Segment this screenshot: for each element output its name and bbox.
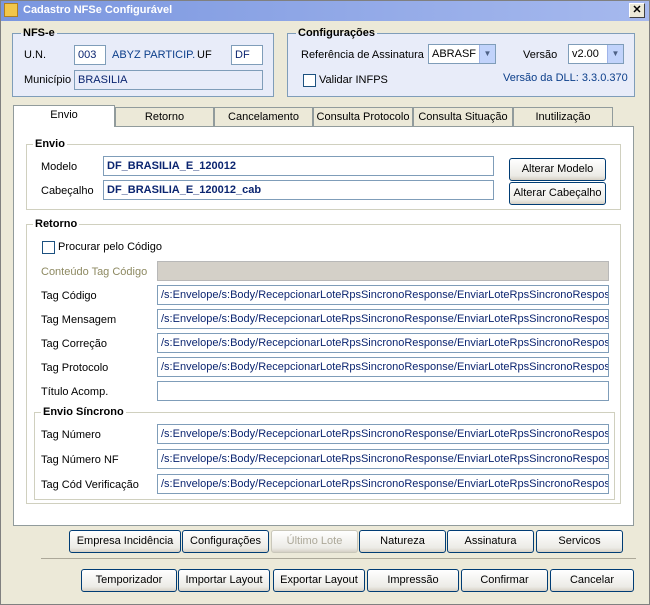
cancelar-button[interactable]: Cancelar bbox=[550, 569, 634, 592]
tag-cod-verificacao-label: Tag Cód Verificação bbox=[41, 479, 139, 491]
tab-consulta-situacao[interactable]: Consulta Situação bbox=[413, 107, 513, 127]
tag-correcao-input[interactable]: /s:Envelope/s:Body/RecepcionarLoteRpsSin… bbox=[157, 333, 609, 353]
ref-assinatura-value: ABRASF bbox=[432, 48, 477, 60]
modelo-label: Modelo bbox=[41, 161, 78, 173]
tag-correcao-label: Tag Correção bbox=[41, 338, 108, 350]
conteudo-tag-label: Conteúdo Tag Código bbox=[41, 266, 148, 278]
dll-version-label: Versão da DLL: 3.3.0.370 bbox=[503, 72, 628, 84]
title-bar[interactable]: Cadastro NFSe Configurável ✕ bbox=[1, 1, 649, 21]
ref-assinatura-label: Referência de Assinatura bbox=[301, 49, 424, 61]
app-icon bbox=[4, 3, 18, 17]
titulo-acomp-label: Título Acomp. bbox=[41, 386, 109, 398]
versao-select[interactable]: v2.00 ▼ bbox=[568, 44, 624, 64]
tab-retorno[interactable]: Retorno bbox=[115, 107, 214, 127]
nfse-group: NFS-e U.N. 003 ABYZ PARTICIP. UF DF Muni… bbox=[12, 27, 274, 97]
tag-mensagem-input[interactable]: /s:Envelope/s:Body/RecepcionarLoteRpsSin… bbox=[157, 309, 609, 329]
tab-strip: Envio Retorno Cancelamento Consulta Prot… bbox=[13, 105, 634, 127]
button-separator bbox=[41, 558, 636, 559]
uf-label: UF bbox=[197, 49, 212, 61]
envio-sincrono-group: Envio Síncrono Tag Número /s:Envelope/s:… bbox=[34, 406, 615, 500]
titulo-acomp-input[interactable] bbox=[157, 381, 609, 401]
close-button[interactable]: ✕ bbox=[629, 3, 645, 18]
nfse-config-window: Cadastro NFSe Configurável ✕ NFS-e U.N. … bbox=[0, 0, 650, 605]
modelo-input[interactable]: DF_BRASILIA_E_120012 bbox=[103, 156, 494, 176]
empresa-incidencia-button[interactable]: Empresa Incidência bbox=[69, 530, 181, 553]
envio-sincrono-title: Envio Síncrono bbox=[41, 406, 126, 418]
versao-label: Versão bbox=[523, 49, 558, 61]
envio-group-title: Envio bbox=[33, 138, 67, 150]
tag-numero-input[interactable]: /s:Envelope/s:Body/RecepcionarLoteRpsSin… bbox=[157, 424, 609, 444]
importar-layout-button[interactable]: Importar Layout bbox=[178, 569, 270, 592]
tag-codigo-input[interactable]: /s:Envelope/s:Body/RecepcionarLoteRpsSin… bbox=[157, 285, 609, 305]
procurar-codigo-checkbox[interactable] bbox=[42, 241, 55, 254]
retorno-group-title: Retorno bbox=[33, 218, 80, 230]
tag-cod-verificacao-input[interactable]: /s:Envelope/s:Body/RecepcionarLoteRpsSin… bbox=[157, 474, 609, 494]
tag-numero-nf-label: Tag Número NF bbox=[41, 454, 119, 466]
alterar-modelo-button[interactable]: Alterar Modelo bbox=[509, 158, 606, 181]
envio-tab-panel: Envio Modelo DF_BRASILIA_E_120012 Altera… bbox=[13, 126, 634, 526]
un-label: U.N. bbox=[24, 49, 46, 61]
configuracoes-button[interactable]: Configurações bbox=[182, 530, 269, 553]
temporizador-button[interactable]: Temporizador bbox=[81, 569, 177, 592]
ultimo-lote-button[interactable]: Último Lote bbox=[271, 530, 358, 553]
tab-consulta-protocolo[interactable]: Consulta Protocolo bbox=[313, 107, 413, 127]
municipio-label: Município bbox=[24, 74, 72, 86]
tag-numero-nf-input[interactable]: /s:Envelope/s:Body/RecepcionarLoteRpsSin… bbox=[157, 449, 609, 469]
cabecalho-input[interactable]: DF_BRASILIA_E_120012_cab bbox=[103, 180, 494, 200]
natureza-button[interactable]: Natureza bbox=[359, 530, 446, 553]
ref-assinatura-select[interactable]: ABRASF ▼ bbox=[428, 44, 496, 64]
exportar-layout-button[interactable]: Exportar Layout bbox=[273, 569, 365, 592]
company-label: ABYZ PARTICIP. bbox=[112, 49, 196, 61]
tab-inutilizacao[interactable]: Inutilização bbox=[513, 107, 613, 127]
nfse-group-title: NFS-e bbox=[21, 27, 57, 39]
validar-infps-checkbox[interactable] bbox=[303, 74, 316, 87]
servicos-button[interactable]: Servicos bbox=[536, 530, 623, 553]
tab-cancelamento[interactable]: Cancelamento bbox=[214, 107, 313, 127]
retorno-group: Retorno Procurar pelo Código Conteúdo Ta… bbox=[26, 218, 621, 504]
confirmar-button[interactable]: Confirmar bbox=[461, 569, 548, 592]
tag-numero-label: Tag Número bbox=[41, 429, 101, 441]
dropdown-arrow-icon[interactable]: ▼ bbox=[479, 45, 495, 63]
validar-infps-label: Validar INFPS bbox=[319, 74, 388, 86]
assinatura-button[interactable]: Assinatura bbox=[447, 530, 534, 553]
versao-value: v2.00 bbox=[572, 48, 599, 60]
tag-protocolo-input[interactable]: /s:Envelope/s:Body/RecepcionarLoteRpsSin… bbox=[157, 357, 609, 377]
uf-input[interactable]: DF bbox=[231, 45, 263, 65]
cabecalho-label: Cabeçalho bbox=[41, 185, 94, 197]
tag-mensagem-label: Tag Mensagem bbox=[41, 314, 117, 326]
config-group: Configurações Referência de Assinatura A… bbox=[287, 27, 635, 97]
tag-protocolo-label: Tag Protocolo bbox=[41, 362, 109, 374]
config-group-title: Configurações bbox=[296, 27, 378, 39]
procurar-codigo-label: Procurar pelo Código bbox=[58, 241, 162, 253]
tag-codigo-label: Tag Código bbox=[41, 290, 97, 302]
alterar-cabecalho-button[interactable]: Alterar Cabeçalho bbox=[509, 182, 606, 205]
un-input[interactable]: 003 bbox=[74, 45, 106, 65]
municipio-input[interactable]: BRASILIA bbox=[74, 70, 263, 90]
impressao-button[interactable]: Impressão bbox=[367, 569, 459, 592]
envio-group: Envio Modelo DF_BRASILIA_E_120012 Altera… bbox=[26, 138, 621, 210]
dropdown-arrow-icon[interactable]: ▼ bbox=[607, 45, 623, 63]
window-title: Cadastro NFSe Configurável bbox=[23, 4, 173, 16]
conteudo-tag-input bbox=[157, 261, 609, 281]
tab-envio[interactable]: Envio bbox=[13, 105, 115, 127]
